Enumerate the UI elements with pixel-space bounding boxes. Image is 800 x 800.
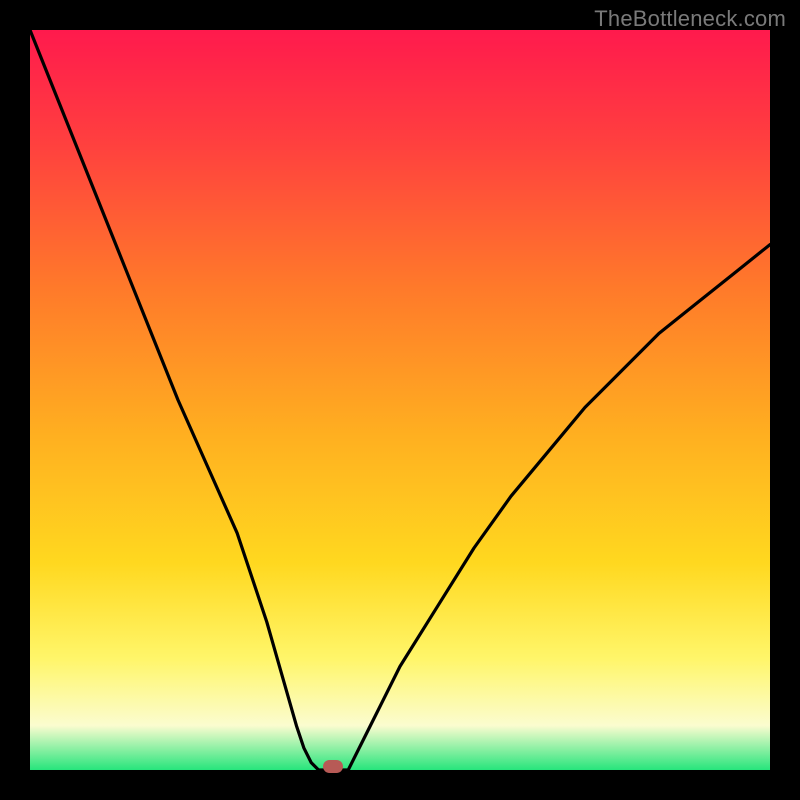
bottleneck-curve [30, 30, 770, 770]
watermark-text: TheBottleneck.com [594, 6, 786, 32]
curve-line [30, 30, 770, 770]
chart-frame: TheBottleneck.com [0, 0, 800, 800]
minimum-marker [323, 760, 343, 773]
plot-area [30, 30, 770, 770]
